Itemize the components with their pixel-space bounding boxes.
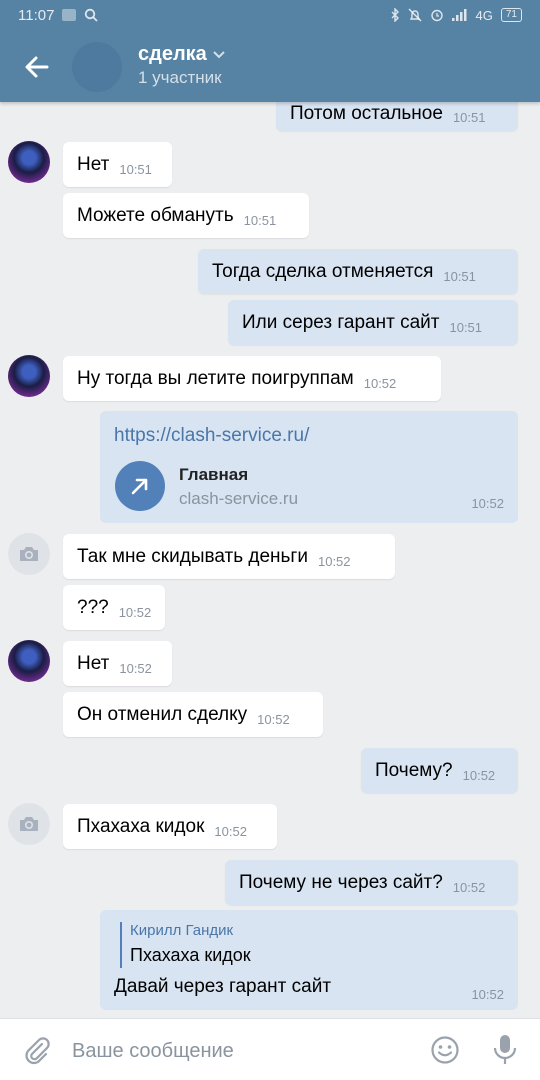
chat-title-text: сделка — [138, 43, 207, 65]
message-text: Пхахаха кидок — [77, 815, 205, 837]
user-avatar[interactable] — [8, 141, 50, 183]
message-text: Он отменил сделку — [77, 703, 248, 725]
message-time: 10:52 — [471, 496, 504, 511]
default-avatar[interactable] — [8, 533, 50, 575]
message-bubble-incoming[interactable]: Так мне скидывать деньги 10:52 — [63, 534, 395, 579]
link-domain: clash-service.ru — [179, 489, 299, 508]
link-preview-message[interactable]: https://clash-service.ru/ Главная clash-… — [100, 411, 518, 523]
message-time: 10:51 — [119, 162, 152, 177]
user-avatar[interactable] — [8, 640, 50, 682]
message-text: Так мне скидывать деньги — [77, 545, 308, 567]
link-title[interactable]: Главная — [179, 465, 248, 485]
reply-message[interactable]: Кирилл Гандик Пхахаха кидок Давай через … — [100, 910, 518, 1010]
signal-icon — [451, 9, 467, 21]
message-bubble-incoming[interactable]: Он отменил сделку 10:52 — [63, 692, 323, 737]
message-bubble-incoming[interactable]: Пхахаха кидок 10:52 — [63, 804, 277, 849]
message-text: Давай через гарант сайт — [114, 976, 332, 997]
message-text: Ну тогда вы летите поигруппам — [77, 367, 354, 389]
message-time: 10:52 — [363, 376, 397, 391]
bluetooth-icon — [391, 8, 399, 22]
status-bar: 11:07 4G 71 — [0, 0, 540, 30]
mute-icon — [408, 8, 422, 22]
external-link-icon[interactable] — [115, 461, 165, 511]
reply-quoted-text[interactable]: Пхахаха кидок — [130, 945, 251, 966]
emoji-icon[interactable] — [430, 1035, 460, 1065]
message-bubble-incoming[interactable]: ??? 10:52 — [63, 585, 165, 630]
link-url[interactable]: https://clash-service.ru/ — [114, 425, 309, 447]
message-time: 10:51 — [452, 110, 486, 125]
message-text: ??? — [77, 596, 109, 618]
message-bubble-outgoing[interactable]: Почему? 10:52 — [361, 748, 518, 793]
reply-author[interactable]: Кирилл Гандик — [130, 922, 233, 939]
user-avatar[interactable] — [8, 355, 50, 397]
back-arrow-icon[interactable] — [22, 52, 52, 82]
message-bubble-incoming[interactable]: Можете обмануть 10:51 — [63, 193, 309, 238]
message-time: 10:52 — [118, 605, 152, 620]
message-text: Тогда сделка отменяется — [212, 260, 434, 282]
message-text: Можете обмануть — [77, 204, 234, 226]
message-text: Нет — [77, 153, 110, 175]
message-bubble-incoming[interactable]: Ну тогда вы летите поигруппам 10:52 — [63, 356, 441, 401]
message-bubble-outgoing[interactable]: Почему не через сайт? 10:52 — [225, 860, 518, 905]
battery-icon: 71 — [500, 8, 522, 22]
message-time: 10:52 — [317, 554, 351, 569]
message-time: 10:51 — [443, 269, 476, 284]
network-type: 4G — [475, 7, 493, 23]
alarm-icon — [430, 9, 443, 22]
chevron-down-icon — [213, 50, 225, 58]
message-time: 10:52 — [462, 768, 496, 783]
search-icon — [85, 8, 99, 22]
message-bubble-incoming[interactable]: Нет 10:51 — [63, 142, 172, 187]
message-text: Почему? — [375, 759, 453, 781]
status-time: 11:07 — [18, 6, 55, 24]
message-list[interactable]: Потом остальное 10:51 Нет 10:51 Можете о… — [0, 0, 540, 1018]
camera-icon — [20, 817, 38, 831]
toolbar: сделка 1 участник — [0, 30, 540, 102]
message-text: Потом остальное — [290, 103, 443, 124]
message-composer — [0, 1018, 540, 1080]
message-time: 10:52 — [214, 824, 247, 839]
message-bubble-outgoing[interactable]: Тогда сделка отменяется 10:51 — [198, 249, 518, 294]
chat-header: 11:07 4G 71 сделка 1 участник — [0, 0, 540, 102]
message-text: Или серез гарант сайт — [242, 311, 440, 333]
message-time: 10:52 — [119, 661, 152, 676]
message-time: 10:51 — [449, 320, 483, 335]
chat-title[interactable]: сделка — [138, 43, 225, 66]
reply-divider — [120, 922, 122, 968]
message-bubble-incoming[interactable]: Нет 10:52 — [63, 641, 172, 686]
default-avatar[interactable] — [8, 803, 50, 845]
message-time: 10:52 — [257, 712, 290, 727]
chat-avatar[interactable] — [72, 42, 122, 92]
paperclip-icon[interactable] — [22, 1035, 52, 1065]
message-input[interactable] — [72, 1035, 412, 1067]
camera-icon — [20, 547, 38, 561]
message-time: 10:52 — [452, 880, 486, 895]
notification-icon — [62, 9, 77, 21]
microphone-icon[interactable] — [490, 1033, 520, 1067]
message-time: 10:52 — [471, 987, 504, 1002]
message-bubble-outgoing[interactable]: Или серез гарант сайт 10:51 — [228, 300, 518, 345]
message-text: Почему не через сайт? — [239, 871, 443, 893]
chat-subtitle: 1 участник — [138, 68, 222, 87]
message-time: 10:51 — [243, 213, 277, 228]
message-text: Нет — [77, 652, 110, 674]
